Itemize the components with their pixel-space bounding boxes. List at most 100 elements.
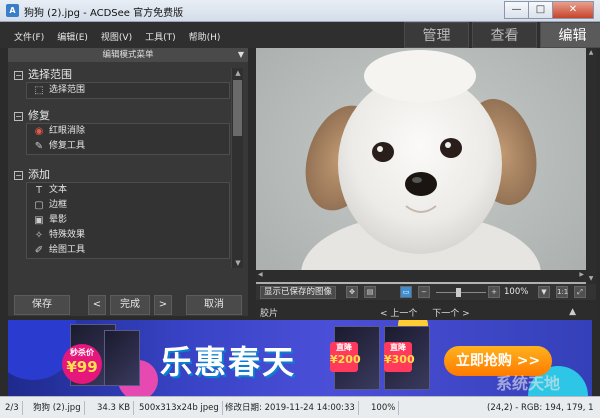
done-button[interactable]: 完成 (110, 295, 150, 315)
image-dimensions: 500x313x24b jpeg (136, 401, 223, 415)
menu-view[interactable]: 视图(V) (101, 30, 132, 43)
deal-value: ¥200 (330, 353, 361, 366)
image-horizontal-scrollbar[interactable]: ◀ ▶ (256, 270, 586, 282)
tool-repair[interactable]: ✎ 修复工具 (27, 139, 229, 154)
repair-brush-icon: ✎ (34, 141, 44, 152)
scroll-down-icon[interactable]: ▼ (586, 274, 596, 284)
tool-special-effects[interactable]: ✧ 特殊效果 (27, 228, 229, 243)
zoom-dropdown-icon[interactable]: ▼ (538, 286, 550, 298)
selection-icon: ⬚ (34, 85, 44, 96)
tool-vignette[interactable]: ▣ 晕影 (27, 213, 229, 228)
section-title[interactable]: − 添加 (14, 168, 230, 182)
tool-label: 绘图工具 (49, 245, 86, 255)
window-controls: — □ ✕ (504, 1, 594, 19)
status-bar: 2/3 狗狗 (2).jpg 34.3 KB 500x313x24b jpeg … (0, 396, 600, 418)
menu-tools[interactable]: 工具(T) (145, 30, 176, 43)
collapse-icon[interactable]: − (14, 112, 23, 121)
zoom-in-button[interactable]: + (488, 286, 500, 298)
banner-headline: 乐惠春天 (160, 343, 297, 381)
tool-label: 文本 (49, 185, 68, 195)
app-icon: A (6, 4, 19, 17)
save-button[interactable]: 保存 (14, 295, 70, 315)
filmstrip-bar: 胶片 < 上一个 下一个 > ▲ (256, 303, 596, 320)
scroll-up-icon[interactable]: ▲ (232, 68, 244, 78)
modified-date: 修改日期: 2019-11-24 14:00:33 (222, 401, 359, 415)
maximize-button[interactable]: □ (528, 1, 553, 19)
tool-select-range[interactable]: ⬚ 选择范围 (27, 83, 229, 98)
deal-label: 直降 (336, 343, 352, 352)
scroll-left-icon[interactable]: ◀ (258, 271, 263, 278)
deal-value: ¥300 (384, 353, 415, 366)
status-zoom: 100% (368, 401, 400, 415)
menu-file[interactable]: 文件(F) (14, 30, 44, 43)
fullscreen-icon[interactable]: ⤢ (574, 286, 586, 298)
mode-tabs: 管理 查看 编辑 (404, 22, 600, 48)
product-box-image (104, 330, 140, 386)
tool-label: 特殊效果 (49, 230, 86, 240)
close-button[interactable]: ✕ (552, 1, 594, 19)
price-value: ¥99 (66, 358, 98, 376)
view-toolbar: 显示已保存的图像 ✥ ▤ ▭ − + 100% ▼ 1:1 ⤢ (256, 284, 596, 300)
menu-edit[interactable]: 编辑(E) (57, 30, 88, 43)
tab-edit[interactable]: 编辑 (540, 22, 600, 48)
zoom-slider-handle[interactable] (456, 288, 461, 297)
deal-badge: 直降 ¥300 (384, 342, 415, 372)
zoom-out-button[interactable]: − (418, 286, 430, 298)
chevron-down-icon[interactable]: ▼ (238, 48, 244, 62)
scroll-up-icon[interactable]: ▲ (586, 48, 596, 58)
price-label: 秒杀价 (70, 348, 94, 357)
dog-photo (301, 50, 541, 284)
fit-image-icon[interactable]: ▭ (400, 286, 412, 298)
tool-text[interactable]: T 文本 (27, 183, 229, 198)
special-effects-icon: ✧ (34, 230, 44, 241)
next-button[interactable]: > (154, 295, 172, 315)
panel-scrollbar[interactable]: ▲ ▼ (231, 68, 243, 268)
border-icon: ▢ (34, 200, 44, 211)
collapse-icon[interactable]: − (14, 171, 23, 180)
section-body: T 文本 ▢ 边框 ▣ 晕影 ✧ 特殊效果 ✐ 绘图工具 (26, 182, 230, 259)
image-canvas[interactable] (256, 48, 586, 284)
section-title[interactable]: − 选择范围 (14, 68, 230, 82)
actual-size-button[interactable]: 1:1 (556, 286, 568, 298)
edit-mode-panel: 编辑模式菜单 ▼ − 选择范围 ⬚ 选择范围 − 修复 ◉ 红眼消除 ✎ 修复工 (8, 48, 248, 316)
filmstrip-title: 胶片 (260, 309, 279, 319)
zoom-level: 100% (504, 287, 529, 297)
text-icon: T (35, 185, 43, 196)
collapse-icon[interactable]: − (14, 71, 23, 80)
tool-label: 红眼消除 (49, 126, 86, 136)
show-saved-image-button[interactable]: 显示已保存的图像 (260, 286, 337, 299)
pixel-info: (24,2) - RGB: 194, 179, 1 (487, 403, 594, 413)
panel-header-label: 编辑模式菜单 (102, 50, 154, 60)
tool-drawing[interactable]: ✐ 绘图工具 (27, 243, 229, 258)
tool-label: 选择范围 (49, 85, 86, 95)
zoom-slider[interactable] (436, 292, 486, 293)
section-selection: − 选择范围 ⬚ 选择范围 (14, 68, 230, 99)
drawing-tools-icon: ✐ (34, 245, 44, 256)
prev-button[interactable]: < (88, 295, 106, 315)
histogram-icon[interactable]: ▤ (364, 286, 376, 298)
scroll-right-icon[interactable]: ▶ (579, 271, 584, 278)
minimize-button[interactable]: — (504, 1, 529, 19)
filmstrip-nav: < 上一个 下一个 > (380, 306, 482, 319)
tool-red-eye[interactable]: ◉ 红眼消除 (27, 124, 229, 139)
menu-help[interactable]: 帮助(H) (189, 30, 221, 43)
section-add: − 添加 T 文本 ▢ 边框 ▣ 晕影 ✧ 特殊效果 ✐ 绘图工具 (14, 168, 230, 259)
tool-border[interactable]: ▢ 边框 (27, 198, 229, 213)
expand-filmstrip-icon[interactable]: ▲ (569, 307, 576, 317)
scroll-down-icon[interactable]: ▼ (232, 258, 244, 268)
price-tag: 秒杀价 ¥99 (62, 344, 102, 384)
deal-badge: 直降 ¥200 (330, 342, 361, 372)
cancel-button[interactable]: 取消 (186, 295, 242, 315)
vignette-icon: ▣ (34, 215, 44, 226)
section-title-label: 修复 (28, 109, 50, 122)
section-title[interactable]: − 修复 (14, 109, 230, 123)
previous-image-button[interactable]: < 上一个 (380, 309, 417, 319)
tool-label: 修复工具 (49, 141, 86, 151)
image-vertical-scrollbar[interactable]: ▲ ▼ (586, 48, 596, 284)
tab-manage[interactable]: 管理 (404, 22, 469, 48)
next-image-button[interactable]: 下一个 > (432, 309, 469, 319)
move-icon[interactable]: ✥ (346, 286, 358, 298)
image-index: 2/3 (2, 401, 23, 415)
tab-view[interactable]: 查看 (472, 22, 537, 48)
scroll-thumb[interactable] (233, 80, 242, 136)
